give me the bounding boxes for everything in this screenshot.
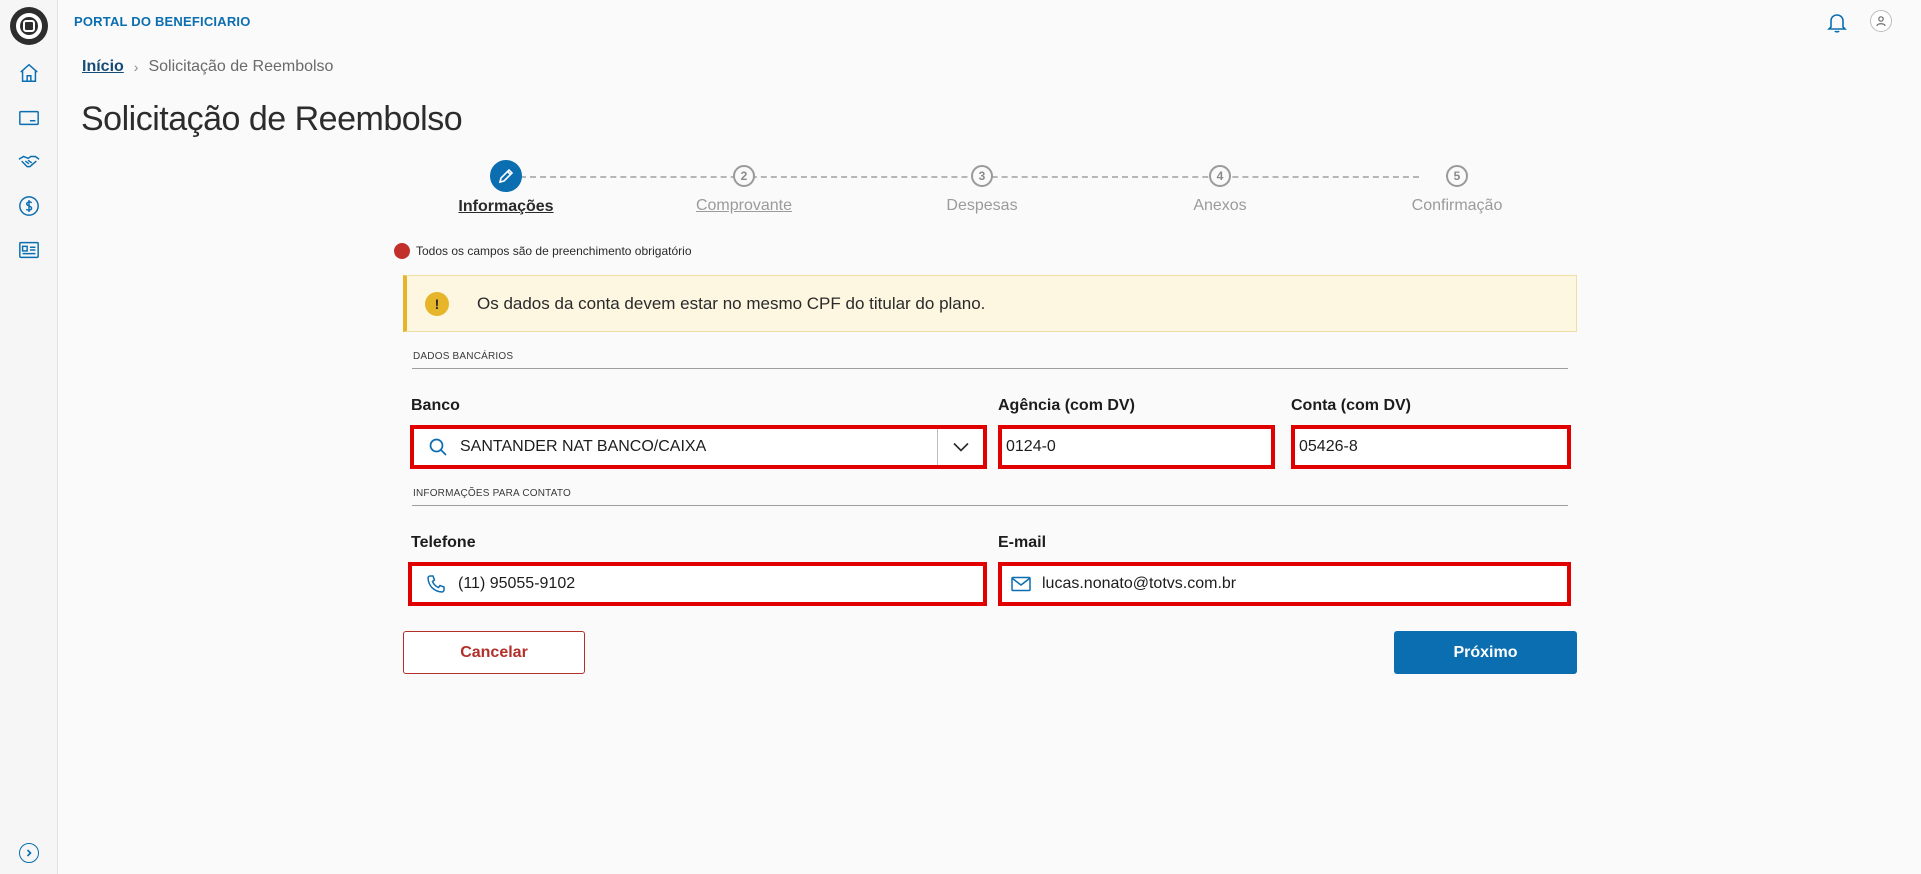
chevron-down-icon[interactable] — [937, 429, 983, 465]
next-button[interactable]: Próximo — [1394, 631, 1577, 674]
bank-select-value: SANTANDER NAT BANCO/CAIXA — [460, 438, 707, 455]
agency-label: Agência (com DV) — [998, 397, 1135, 414]
email-field-value: lucas.nonato@totvs.com.br — [1042, 575, 1237, 592]
required-note: Todos os campos são de preenchimento obr… — [394, 243, 692, 259]
breadcrumb-home-link[interactable]: Início — [82, 58, 124, 76]
section-divider — [412, 368, 1568, 369]
email-label: E-mail — [998, 534, 1047, 551]
step-label: Comprovante — [695, 197, 793, 214]
dollar-icon[interactable] — [17, 194, 41, 218]
agency-field[interactable]: 0124-0 — [998, 425, 1275, 469]
search-icon — [418, 437, 458, 457]
account-field-value: 05426-8 — [1299, 438, 1358, 455]
agency-field-value: 0124-0 — [1006, 438, 1056, 455]
email-field[interactable]: lucas.nonato@totvs.com.br — [998, 562, 1571, 606]
step-comprovante[interactable]: 2 Comprovante — [664, 162, 824, 215]
step-confirmacao[interactable]: 5 Confirmação — [1377, 162, 1537, 215]
page-title: Solicitação de Reembolso — [81, 100, 463, 138]
portal-title: PORTAL DO BENEFICIARIO — [74, 14, 251, 29]
home-icon[interactable] — [17, 61, 41, 85]
phone-label: Telefone — [411, 534, 476, 551]
bank-select[interactable]: SANTANDER NAT BANCO/CAIXA — [410, 425, 987, 469]
step-number: 3 — [971, 165, 993, 187]
chevron-right-icon[interactable] — [19, 843, 39, 863]
sidebar — [0, 0, 58, 874]
alert-text: Os dados da conta devem estar no mesmo C… — [477, 293, 986, 313]
step-label: Anexos — [1193, 197, 1247, 214]
step-number: 2 — [733, 165, 755, 187]
cancel-button[interactable]: Cancelar — [403, 631, 585, 674]
pencil-icon — [490, 160, 522, 192]
phone-icon — [416, 574, 456, 594]
top-bar: PORTAL DO BENEFICIARIO — [58, 0, 1921, 42]
handshake-icon[interactable] — [17, 150, 41, 174]
account-field[interactable]: 05426-8 — [1291, 425, 1571, 469]
phone-field-value: (11) 95055-9102 — [458, 575, 576, 592]
step-label: Informações — [458, 198, 554, 215]
warning-alert: ! Os dados da conta devem estar no mesmo… — [403, 275, 1577, 332]
breadcrumb: Início › Solicitação de Reembolso — [82, 58, 333, 76]
step-informacoes[interactable]: Informações — [426, 160, 586, 216]
card-icon[interactable] — [17, 106, 41, 130]
warning-icon: ! — [425, 291, 449, 316]
logo-icon[interactable] — [10, 7, 48, 45]
bell-icon[interactable] — [1825, 10, 1849, 34]
chevron-right-icon: › — [133, 59, 139, 75]
breadcrumb-current: Solicitação de Reembolso — [148, 58, 334, 75]
section-title-contact: INFORMAÇÕES PARA CONTATO — [413, 488, 571, 499]
section-title-bank: DADOS BANCÁRIOS — [413, 351, 514, 362]
step-despesas[interactable]: 3 Despesas — [902, 162, 1062, 215]
section-divider — [412, 505, 1568, 506]
bank-label: Banco — [411, 397, 460, 414]
mail-icon — [1006, 576, 1036, 592]
stepper: Informações 2 Comprovante 3 Despesas 4 A… — [440, 160, 1578, 222]
step-anexos[interactable]: 4 Anexos — [1140, 162, 1300, 215]
required-dot-icon — [394, 243, 410, 259]
step-label: Despesas — [946, 197, 1018, 214]
phone-field[interactable]: (11) 95055-9102 — [408, 562, 987, 606]
step-number: 5 — [1446, 165, 1468, 187]
required-note-text: Todos os campos são de preenchimento obr… — [416, 244, 692, 258]
account-label: Conta (com DV) — [1291, 397, 1411, 414]
step-number: 4 — [1209, 165, 1231, 187]
user-icon[interactable] — [1870, 10, 1892, 32]
document-icon[interactable] — [17, 238, 41, 262]
step-label: Confirmação — [1411, 197, 1503, 214]
